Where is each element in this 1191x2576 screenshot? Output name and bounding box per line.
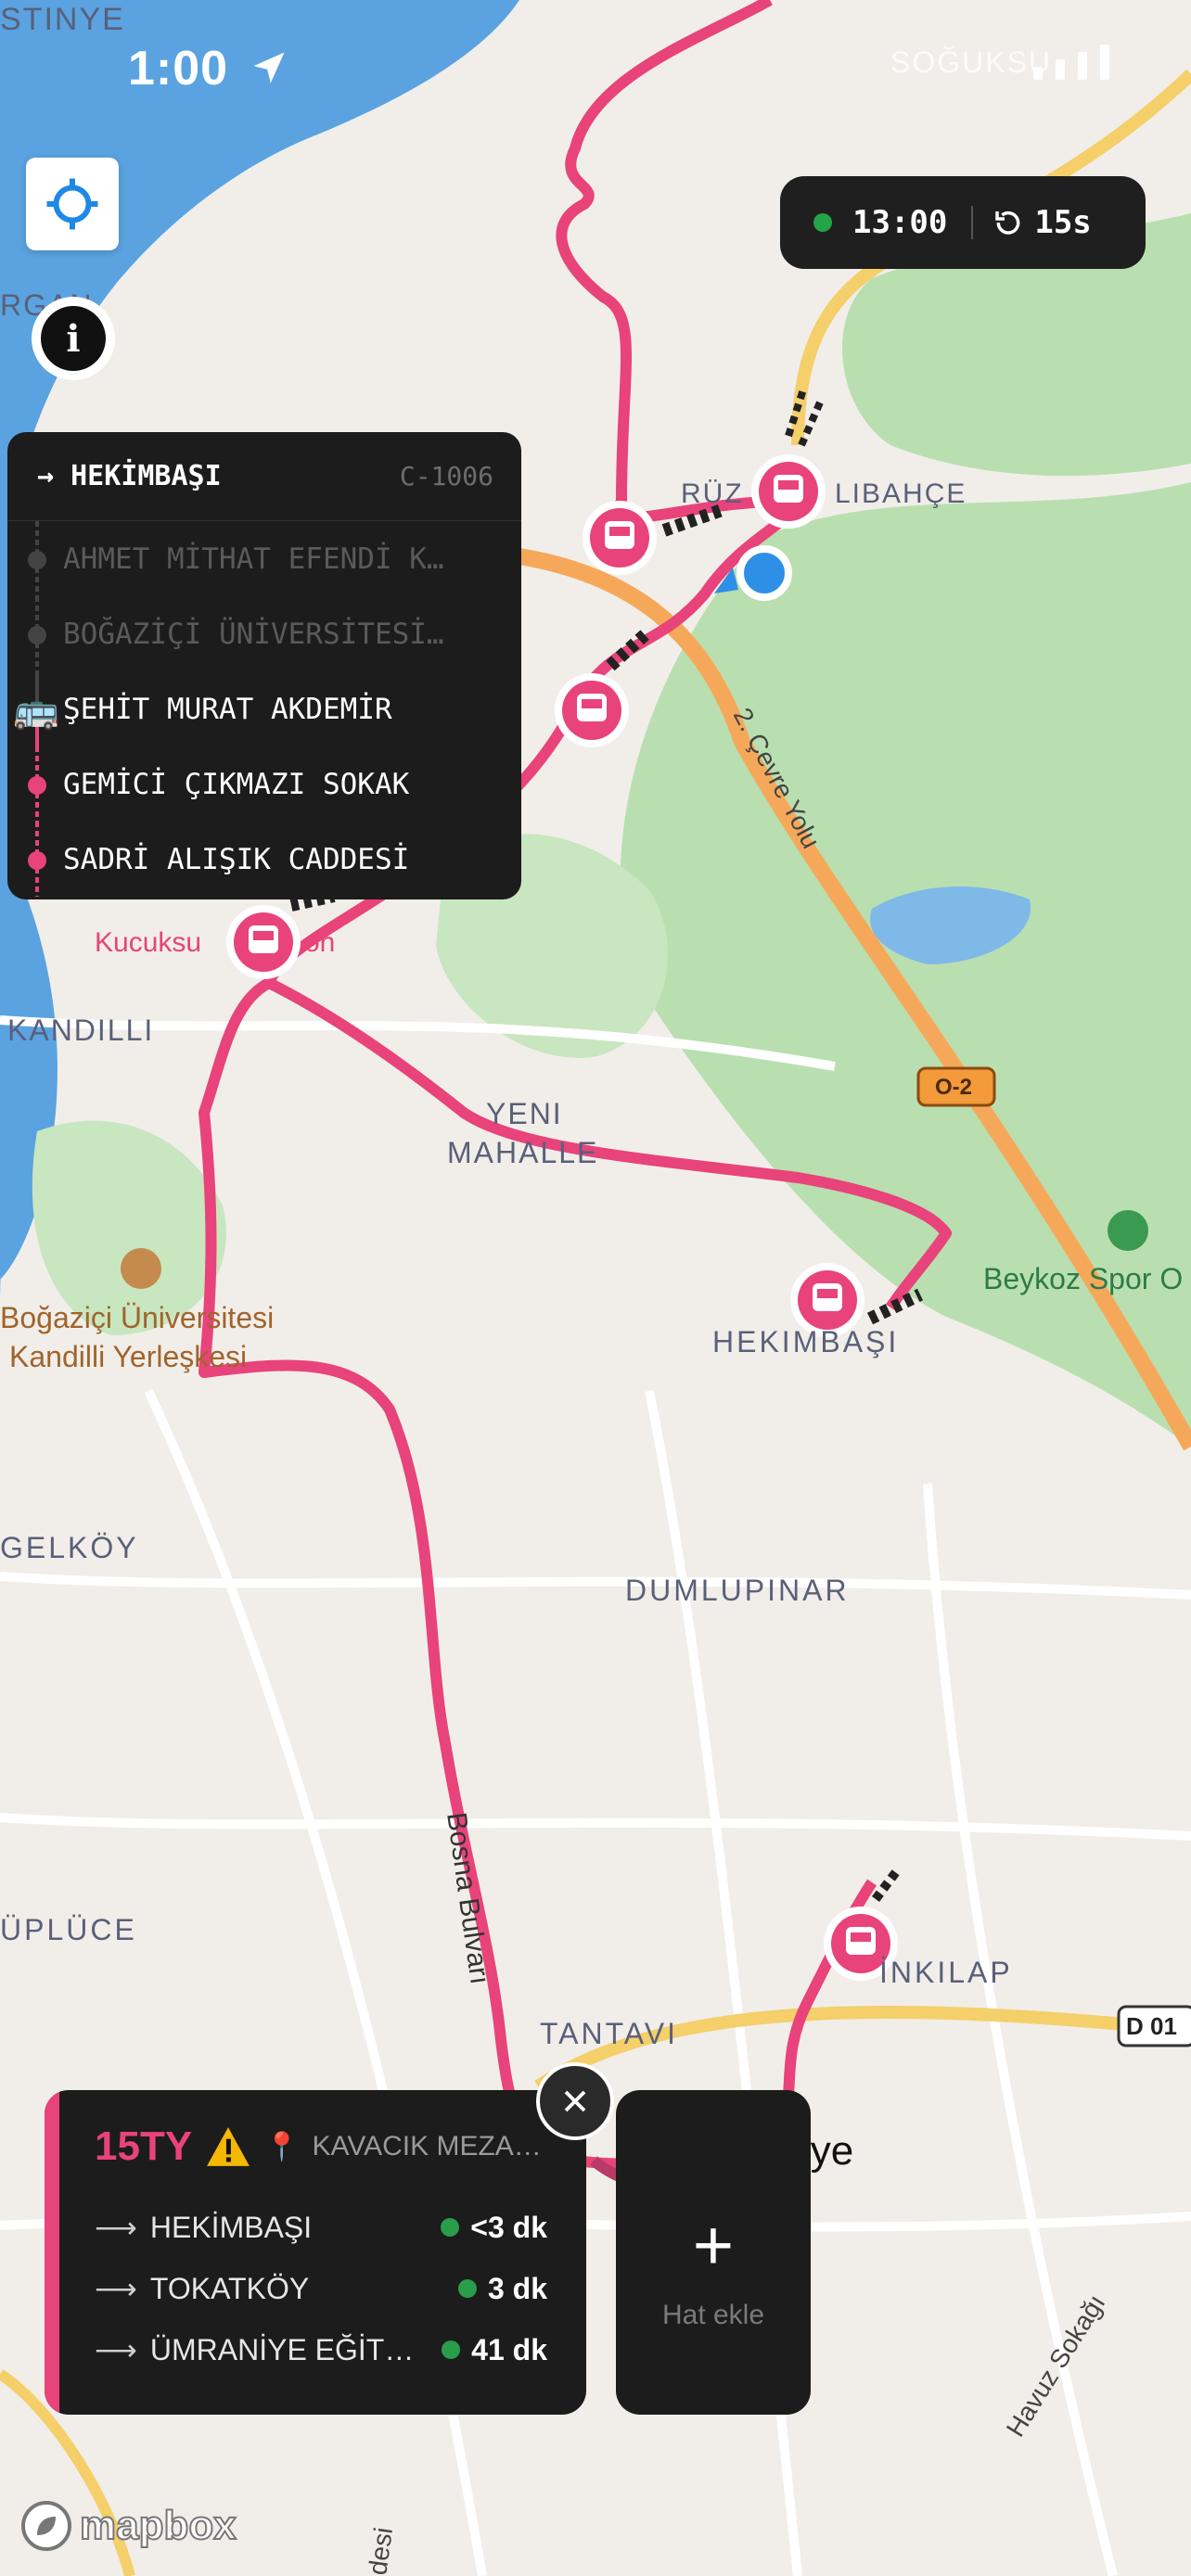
map-label: DUMLUPINAR bbox=[625, 1574, 850, 1607]
stop-name: SADRİ ALIŞIK CADDESİ bbox=[63, 842, 410, 876]
mapbox-logo-icon bbox=[21, 2501, 71, 2551]
map-label: GELKÖY bbox=[0, 1531, 139, 1564]
map-label: TANTAVI bbox=[540, 2017, 678, 2050]
departure-row[interactable]: ⟶ HEKİMBAŞI <3 dk bbox=[95, 2201, 547, 2253]
live-status-dot bbox=[813, 213, 832, 232]
arrow-icon: ⟶ bbox=[95, 2272, 137, 2305]
line-color-stripe bbox=[45, 2090, 59, 2415]
map-label: HEKIMBAŞI bbox=[712, 1325, 899, 1358]
crosshair-icon bbox=[46, 178, 98, 230]
stop-item[interactable]: GEMİCİ ÇIKMAZI SOKAK bbox=[7, 746, 521, 822]
refresh-icon[interactable] bbox=[993, 208, 1023, 237]
map-label: RÜZ bbox=[681, 478, 744, 509]
university-icon bbox=[121, 1248, 161, 1289]
line-card[interactable]: 15TY 📍 KAVACIK MEZA… ⟶ HEKİMBAŞI <3 dk ⟶… bbox=[45, 2090, 586, 2415]
plus-icon: + bbox=[692, 2206, 735, 2285]
mapbox-attribution[interactable]: mapbox bbox=[19, 2498, 237, 2554]
clock-refresh-pill: 13:00 15s bbox=[780, 176, 1146, 269]
warning-icon[interactable] bbox=[205, 2125, 251, 2168]
info-icon: i bbox=[66, 316, 81, 361]
stop-item[interactable]: AHMET MİTHAT EFENDİ K… bbox=[7, 521, 521, 596]
map-label: STINYE bbox=[0, 2, 125, 37]
map-label: O-2 bbox=[935, 1075, 972, 1100]
close-icon bbox=[564, 2090, 586, 2112]
live-dot bbox=[441, 2218, 460, 2237]
bus-icon: 🚌 bbox=[13, 689, 59, 732]
status-indicators bbox=[1033, 45, 1109, 80]
status-time: 1:00 bbox=[128, 41, 289, 96]
map-label: D 01 bbox=[1126, 2012, 1177, 2040]
map-label: SOĞUKSU bbox=[890, 45, 1052, 79]
stop-item-current[interactable]: 🚌 ŞEHİT MURAT AKDEMİR bbox=[7, 671, 521, 746]
map-label: Boğaziçi Üniversitesi bbox=[0, 1301, 274, 1334]
locate-me-button[interactable] bbox=[26, 158, 119, 250]
user-location-dot bbox=[736, 545, 792, 601]
stop-name: GEMİCİ ÇIKMAZI SOKAK bbox=[63, 767, 410, 801]
live-dot bbox=[457, 2279, 477, 2298]
line-location: KAVACIK MEZA… bbox=[312, 2131, 542, 2162]
departure-eta: <3 dk bbox=[470, 2210, 547, 2244]
map-label: İNKILAP bbox=[879, 1956, 1013, 1989]
line-number: 15TY bbox=[95, 2123, 193, 2169]
live-dot bbox=[442, 2340, 461, 2359]
mapbox-logo-text: mapbox bbox=[79, 2502, 237, 2549]
map-label: YENI bbox=[486, 1097, 563, 1130]
pin-icon: 📍 bbox=[264, 2131, 300, 2162]
map-label: ÜPLÜCE bbox=[0, 1913, 137, 1946]
location-arrow-icon bbox=[253, 52, 285, 83]
stop-name: AHMET MİTHAT EFENDİ K… bbox=[63, 542, 444, 576]
refresh-interval: 15s bbox=[1034, 204, 1092, 241]
departure-eta: 3 dk bbox=[487, 2271, 547, 2305]
info-button[interactable]: i bbox=[41, 306, 106, 371]
divider bbox=[971, 206, 974, 239]
map-label: Beykoz Spor O bbox=[983, 1262, 1183, 1295]
departure-eta: 41 dk bbox=[471, 2332, 547, 2366]
stop-item[interactable]: SADRİ ALIŞIK CADDESİ bbox=[7, 822, 521, 897]
stop-name: ŞEHİT MURAT AKDEMİR bbox=[63, 692, 392, 726]
add-line-button[interactable]: + Hat ekle bbox=[616, 2090, 811, 2415]
map-label: Kucuksu bbox=[95, 927, 201, 958]
route-panel-header: → HEKİMBAŞI C-1006 bbox=[7, 432, 521, 521]
route-stops-panel: → HEKİMBAŞI C-1006 AHMET MİTHAT EFENDİ K… bbox=[7, 432, 521, 899]
park-icon bbox=[1108, 1210, 1148, 1251]
departure-destination: ÜMRANİYE EĞİT… bbox=[149, 2332, 415, 2366]
add-line-label: Hat ekle bbox=[661, 2300, 765, 2330]
arrow-icon: ⟶ bbox=[95, 2333, 137, 2366]
route-code: C-1006 bbox=[399, 461, 493, 491]
map-label: KANDILLI bbox=[7, 1014, 154, 1047]
departure-destination: TOKATKÖY bbox=[149, 2271, 310, 2305]
stop-item[interactable]: BOĞAZİÇİ ÜNİVERSİTESİ… bbox=[7, 596, 521, 671]
departure-row[interactable]: ⟶ TOKATKÖY 3 dk bbox=[95, 2263, 547, 2315]
route-destination: → HEKİMBAŞI bbox=[37, 460, 222, 492]
map-label: LIBAHÇE bbox=[835, 478, 967, 509]
map-label: MAHALLE bbox=[447, 1136, 598, 1169]
close-line-button[interactable] bbox=[536, 2062, 614, 2140]
stop-name: BOĞAZİÇİ ÜNİVERSİTESİ… bbox=[63, 617, 444, 651]
arrow-icon: ⟶ bbox=[95, 2211, 137, 2244]
map-label: on bbox=[304, 927, 335, 958]
clock-time: 13:00 bbox=[852, 204, 948, 241]
map-label: Kandilli Yerleşkesi bbox=[9, 1340, 247, 1373]
line-card-header: 15TY 📍 KAVACIK MEZA… bbox=[95, 2123, 577, 2170]
departure-destination: HEKİMBAŞI bbox=[149, 2210, 313, 2244]
departure-row[interactable]: ⟶ ÜMRANİYE EĞİT… 41 dk bbox=[95, 2324, 547, 2376]
